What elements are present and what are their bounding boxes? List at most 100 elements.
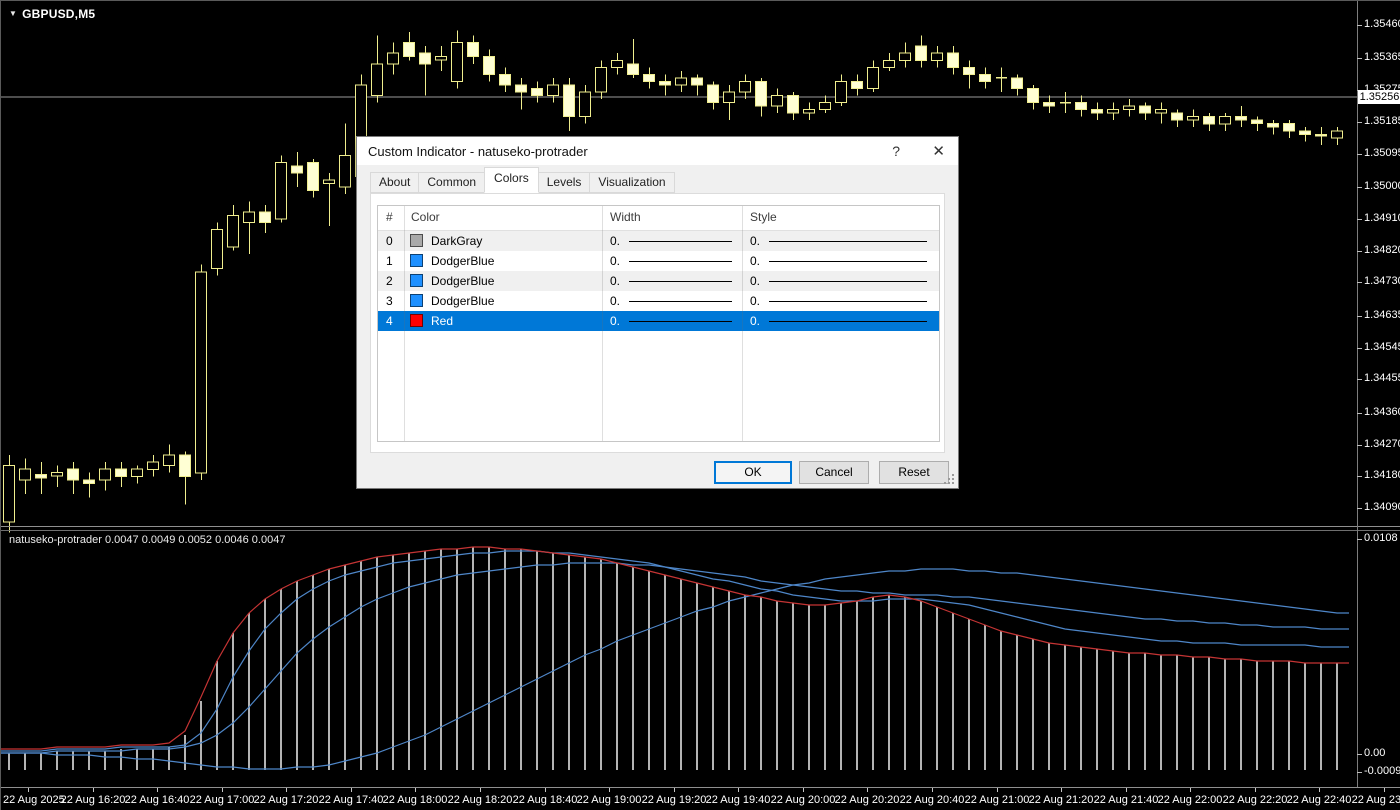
indicator-histogram-bar: [584, 557, 586, 770]
color-row-4[interactable]: 4 Red 0. 0.: [378, 311, 939, 331]
cancel-button[interactable]: Cancel: [799, 461, 869, 484]
candle-body: [1251, 119, 1263, 125]
indicator-histogram-bar: [296, 581, 298, 770]
color-row-1[interactable]: 1 DodgerBlue 0. 0.: [378, 251, 939, 271]
width-cell: 0.: [602, 251, 742, 271]
price-tick: [1357, 187, 1362, 188]
width-line-preview: [629, 261, 732, 262]
width-cell: 0.: [602, 291, 742, 311]
indicator-histogram-bar: [1208, 657, 1210, 770]
help-button[interactable]: ?: [892, 143, 900, 159]
price-axis-label: 1.34910: [1364, 212, 1400, 224]
price-tick: [1357, 379, 1362, 380]
indicator-histogram-bar: [8, 753, 10, 770]
price-axis-label: 1.34820: [1364, 244, 1400, 256]
tab-levels[interactable]: Levels: [537, 172, 591, 193]
candle-body: [915, 45, 927, 61]
tab-colors[interactable]: Colors: [484, 167, 539, 193]
indicator-histogram-bar: [488, 547, 490, 770]
price-tick: [1357, 445, 1362, 446]
candle-body: [643, 73, 655, 83]
tab-common[interactable]: Common: [418, 172, 486, 193]
price-tick: [1357, 282, 1362, 283]
color-cell: DodgerBlue: [404, 251, 602, 271]
candle-body: [1027, 88, 1039, 104]
indicator-histogram-bar: [936, 607, 938, 770]
style-value: 0.: [750, 314, 761, 328]
candle-body: [371, 63, 383, 96]
candle-body: [83, 479, 95, 484]
color-row-3[interactable]: 3 DodgerBlue 0. 0.: [378, 291, 939, 311]
indicator-histogram-bar: [760, 597, 762, 770]
candle-body: [147, 461, 159, 470]
color-cell: Red: [404, 311, 602, 331]
candle-body: [883, 59, 895, 68]
style-value: 0.: [750, 274, 761, 288]
tab-visualization[interactable]: Visualization: [589, 172, 675, 193]
dialog-titlebar[interactable]: Custom Indicator - natuseko-protrader ? …: [357, 137, 958, 165]
color-row-2[interactable]: 2 DodgerBlue 0. 0.: [378, 271, 939, 291]
candle-body: [979, 73, 991, 83]
dialog-title: Custom Indicator - natuseko-protrader: [368, 144, 588, 159]
price-axis-label: 1.34180: [1364, 469, 1400, 481]
reset-button[interactable]: Reset: [879, 461, 949, 484]
time-axis-label: 22 Aug 21:00: [964, 794, 1030, 806]
price-tick: [1357, 219, 1362, 220]
indicator-histogram-bar: [504, 549, 506, 770]
color-swatch: [410, 234, 423, 247]
width-cell: 0.: [602, 231, 742, 251]
color-swatch: [410, 274, 423, 287]
price-tick: [1357, 154, 1362, 155]
indicator-histogram-bar: [1320, 663, 1322, 770]
close-icon[interactable]: ✕: [932, 142, 945, 160]
time-tick: [1126, 788, 1127, 792]
candle-body: [483, 56, 495, 75]
candle-body: [739, 80, 751, 93]
indicator-histogram-bar: [792, 603, 794, 770]
row-index: 1: [386, 254, 393, 268]
ok-button[interactable]: OK: [714, 461, 792, 484]
candle-body: [499, 73, 511, 86]
time-tick: [351, 788, 352, 792]
indicator-histogram-bar: [216, 661, 218, 770]
candle-body: [947, 52, 959, 68]
candle-body: [163, 454, 175, 467]
candle-body: [467, 42, 479, 58]
indicator-histogram-bar: [1064, 645, 1066, 770]
candle-body: [1299, 130, 1311, 135]
window-splitter[interactable]: [1, 526, 1400, 527]
width-cell: 0.: [602, 311, 742, 331]
indicator-line-red: [1, 546, 1349, 750]
style-line-preview: [769, 241, 927, 242]
candle-body: [227, 214, 239, 248]
candle-body: [403, 42, 415, 58]
resize-grip[interactable]: [944, 474, 954, 484]
candle-body: [803, 109, 815, 114]
color-row-0[interactable]: 0 DarkGray 0. 0.: [378, 231, 939, 251]
indicator-histogram-bar: [248, 613, 250, 770]
time-axis-label: 22 Aug 20:20: [834, 794, 900, 806]
candle-body: [115, 468, 127, 477]
indicator-histogram-bar: [1128, 653, 1130, 770]
row-index: 4: [386, 314, 393, 328]
time-tick: [609, 788, 610, 792]
width-line-preview: [629, 321, 732, 322]
price-axis-label: 1.34455: [1364, 372, 1400, 384]
tab-about[interactable]: About: [370, 172, 420, 193]
row-index: 2: [386, 274, 393, 288]
candle-body: [179, 454, 191, 477]
candle-body: [1315, 133, 1327, 137]
candle-body: [195, 271, 207, 474]
candle-body: [1267, 123, 1279, 128]
candle-body: [243, 211, 255, 223]
indicator-tick: [1357, 754, 1362, 755]
candle-body: [35, 474, 47, 479]
time-axis[interactable]: 22 Aug 2025 22 Aug 16:20 22 Aug 16:40 22 Au…: [1, 788, 1400, 810]
candle-body: [451, 42, 463, 82]
indicator-histogram-bar: [600, 559, 602, 770]
time-tick: [1384, 788, 1385, 792]
time-axis-label: 22 Aug 20:40: [899, 794, 965, 806]
column-separator: [602, 206, 603, 441]
time-axis-label: 22 Aug 22:40: [1286, 794, 1352, 806]
candle-body: [531, 88, 543, 97]
